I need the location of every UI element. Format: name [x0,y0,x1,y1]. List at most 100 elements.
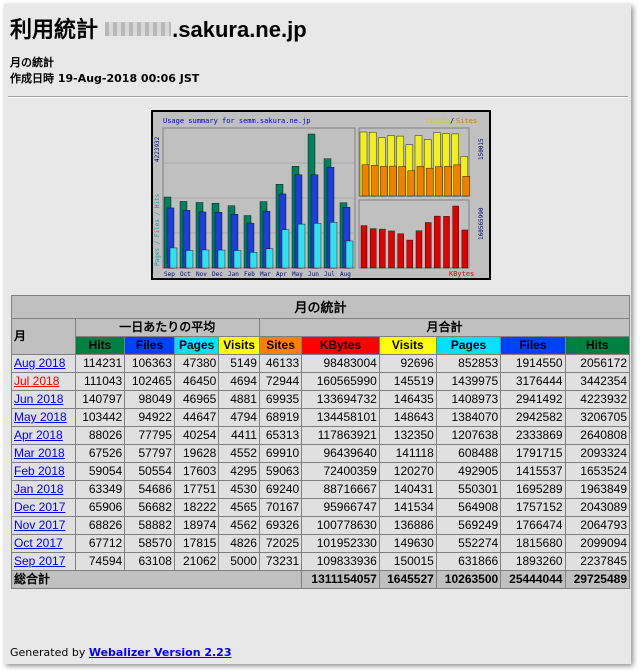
bar-kbytes [406,239,414,269]
value-cell: 69910 [258,444,303,463]
value-cell: 59063 [258,462,303,481]
value-cell: 492905 [435,462,502,481]
value-cell: 134458101 [301,408,380,427]
title-domain: .sakura.ne.jp [172,17,307,42]
value-cell: 631866 [435,552,502,571]
legend-sep: / [450,117,454,125]
value-cell: 58570 [124,534,175,553]
value-cell: 67526 [74,444,126,463]
value-cell: 106363 [124,354,175,373]
value-cell: 4694 [218,372,260,391]
value-cell: 69935 [258,390,303,409]
value-cell: 4223932 [564,390,631,409]
right-bottom-max-label: 160565990 [478,207,485,240]
total-value-cell: 1645527 [378,570,437,589]
month-link[interactable]: Oct 2017 [14,536,63,550]
bar-kbytes [379,228,386,269]
value-cell: 133694732 [301,390,380,409]
month-link[interactable]: May 2018 [14,410,67,424]
value-cell: 100778630 [301,516,380,535]
bar-pages [345,240,354,269]
month-link[interactable]: Nov 2017 [14,518,65,532]
month-link[interactable]: Apr 2018 [14,428,63,442]
value-cell: 1963849 [564,480,631,499]
value-cell: 4530 [218,480,260,499]
value-cell: 54686 [124,480,175,499]
value-cell: 1408973 [435,390,502,409]
value-cell: 1791715 [500,444,566,463]
table-row: Apr 2018 88026 77795 40254 4411 65313 11786392… [11,426,631,445]
value-cell: 1384070 [435,408,502,427]
month-link[interactable]: Aug 2018 [14,356,65,370]
col-header-visits: Visits [378,336,437,355]
value-cell: 40254 [173,426,220,445]
bar-sites [370,165,379,197]
value-cell: 88716667 [301,480,380,499]
month-link[interactable]: Dec 2017 [14,500,65,514]
value-cell: 4562 [218,516,260,535]
value-cell: 92696 [378,354,437,373]
bar-sites [462,176,471,197]
month-cell: Jul 2018 [11,372,76,391]
x-tick-label: Mar [260,271,271,278]
x-tick-label: Apr [276,271,287,278]
value-cell: 5000 [218,552,260,571]
x-tick-label: Dec [212,271,223,278]
value-cell: 74594 [74,552,126,571]
bar-pages [185,250,194,269]
month-cell: Oct 2017 [11,534,76,553]
value-cell: 46450 [173,372,220,391]
value-cell: 67712 [74,534,126,553]
value-cell: 65906 [74,498,126,517]
value-cell: 19628 [173,444,220,463]
col-header-hits: Hits [564,336,631,355]
bar-sites [380,166,388,197]
month-link[interactable]: Jul 2018 [14,374,59,388]
value-cell: 98483004 [301,354,380,373]
value-cell: 95966747 [301,498,380,517]
daily-average-header: 一日あたりの平均 [74,318,260,337]
bar-pages [233,250,242,269]
month-link[interactable]: Sep 2017 [14,554,65,568]
value-cell: 50554 [124,462,175,481]
value-cell: 150015 [378,552,437,571]
value-cell: 69326 [258,516,303,535]
value-cell: 3442354 [564,372,631,391]
value-cell: 852853 [435,354,502,373]
value-cell: 47380 [173,354,220,373]
value-cell: 141534 [378,498,437,517]
value-cell: 102465 [124,372,175,391]
value-cell: 564908 [435,498,502,517]
value-cell: 46133 [258,354,303,373]
month-link[interactable]: Jan 2018 [14,482,63,496]
value-cell: 68826 [74,516,126,535]
value-cell: 73231 [258,552,303,571]
bar-sites [361,164,370,197]
webalizer-link[interactable]: Webalizer Version 2.23 [89,646,232,659]
bar-pages [281,229,290,269]
x-tick-label: Jan [228,271,239,278]
month-link[interactable]: Mar 2018 [14,446,65,460]
value-cell: 57797 [124,444,175,463]
month-link[interactable]: Feb 2018 [14,464,65,478]
value-cell: 96439640 [301,444,380,463]
total-value-cell: 25444044 [500,570,566,589]
value-cell: 88026 [74,426,126,445]
value-cell: 58882 [124,516,175,535]
chart-title: Usage summary for semm.sakura.ne.jp [163,117,311,125]
value-cell: 552274 [435,534,502,553]
value-cell: 4565 [218,498,260,517]
bar-sites [435,166,443,197]
x-tick-label: Jun [308,271,319,278]
month-link[interactable]: Jun 2018 [14,392,63,406]
col-header-files: Files [124,336,175,355]
page-subtitle: 月の統計 [10,56,54,69]
table-caption: 月の統計 [11,295,630,319]
legend-sites: Sites [456,117,477,125]
value-cell: 2942582 [500,408,566,427]
value-cell: 1653524 [564,462,631,481]
value-cell: 149630 [378,534,437,553]
x-tick-label: Nov [196,271,207,278]
value-cell: 4411 [218,426,260,445]
value-cell: 111043 [74,372,126,391]
